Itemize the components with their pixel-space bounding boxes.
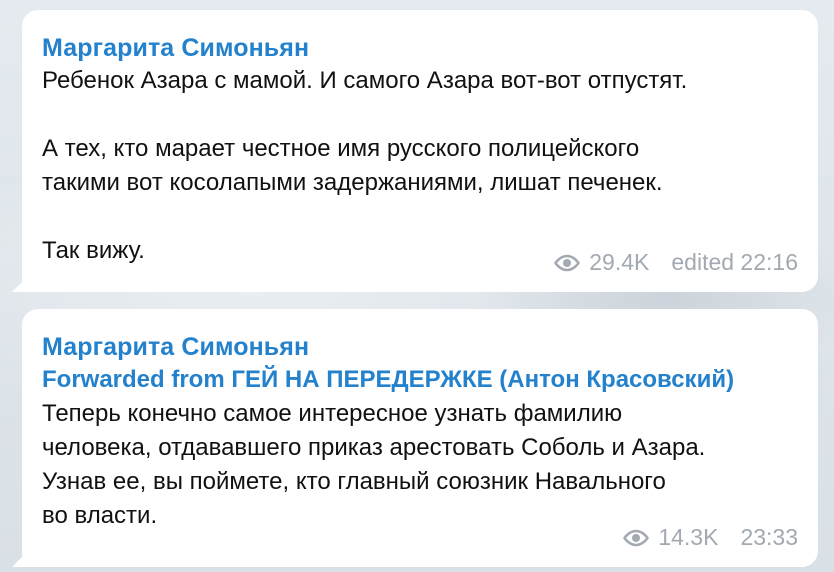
- message-meta: 14.3K 23:33: [622, 524, 798, 551]
- message-line: Узнав ее, вы поймете, кто главный союзни…: [42, 468, 666, 495]
- message-line: такими вот косолапыми задержаниями, лиша…: [42, 169, 663, 196]
- message-line: Ребенок Азара с мамой. И самого Азара во…: [42, 67, 688, 94]
- view-count: 14.3K: [658, 524, 719, 550]
- message-text: Теперь конечно самое интересное узнать ф…: [42, 397, 798, 533]
- message-meta: 29.4K edited 22:16: [553, 249, 798, 276]
- view-count: 29.4K: [589, 249, 650, 275]
- message-bubble[interactable]: Маргарита Симоньян Ребенок Азара с мамой…: [12, 10, 818, 292]
- message-line: Теперь конечно самое интересное узнать ф…: [42, 400, 623, 427]
- sender-name[interactable]: Маргарита Симоньян: [42, 331, 798, 363]
- message-text: Ребенок Азара с мамой. И самого Азара во…: [42, 64, 798, 268]
- message-bubble[interactable]: Маргарита Симоньян Forwarded from ГЕЙ НА…: [12, 309, 818, 567]
- eye-icon: [554, 254, 581, 271]
- message-time: edited 22:16: [671, 249, 798, 275]
- forwarded-from-link[interactable]: Forwarded from ГЕЙ НА ПЕРЕДЕРЖКЕ (Антон …: [42, 363, 798, 397]
- eye-icon: [623, 529, 650, 546]
- sender-name[interactable]: Маргарита Симоньян: [42, 32, 798, 64]
- message-time: 23:33: [740, 524, 798, 550]
- message-line: человека, отдававшего приказ арестовать …: [42, 434, 706, 461]
- message-line: А тех, кто марает честное имя русского п…: [42, 135, 640, 162]
